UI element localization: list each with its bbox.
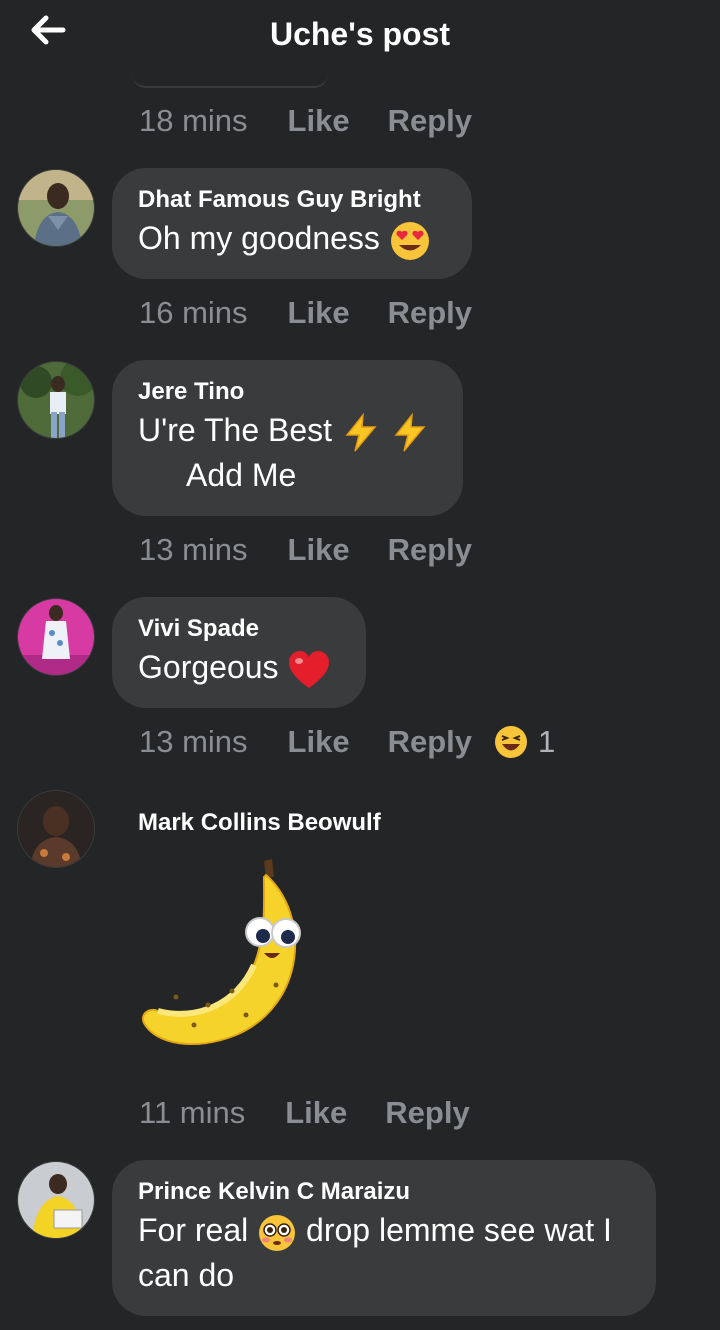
reply-button[interactable]: Reply [388,103,472,139]
top-bar: Uche's post [0,0,720,72]
banana-sticker[interactable] [136,855,316,1050]
previous-comment-bubble-edge [132,74,328,88]
comment-author[interactable]: Mark Collins Beowulf [138,809,381,837]
avatar[interactable] [17,361,95,439]
lightning-emoji-icon [394,412,426,452]
comment-text: Oh my goodness [138,216,446,262]
reaction-summary[interactable]: 1 [494,724,555,760]
avatar-photo [18,791,94,867]
avatar[interactable] [17,1161,95,1239]
comment-author[interactable]: Prince Kelvin C Maraizu [138,1178,630,1206]
avatar[interactable] [17,598,95,676]
like-button[interactable]: Like [288,103,350,139]
heart-eyes-emoji-icon [390,221,429,260]
comment-text-line: U're The Best [138,412,333,448]
reply-button[interactable]: Reply [388,532,472,568]
red-heart-emoji-icon [289,650,330,688]
comment-text: U're The Best Add Me [138,408,437,497]
comment-author[interactable]: Jere Tino [138,378,437,406]
comment-bubble: Jere Tino U're The Best Add Me [112,360,463,516]
comment-bubble: Dhat Famous Guy Bright Oh my goodness [112,168,472,279]
comment-time: 13 mins [139,532,248,567]
reply-button[interactable]: Reply [385,1095,469,1131]
avatar-photo [18,1162,94,1238]
avatar-photo [18,170,94,246]
banana-sticker-icon [142,859,301,1046]
comment-time: 18 mins [139,103,248,138]
lightning-emoji-icon [345,412,377,452]
comment-text-content: Oh my goodness [138,220,380,256]
comment-meta-row: 13 mins Like Reply 1 [139,722,555,762]
comment-time: 13 mins [139,724,248,759]
comment-text-part: drop lemme see wat I [306,1212,612,1248]
comment-meta-row: 16 mins Like Reply [139,293,472,333]
comment-text-part: For real [138,1212,249,1248]
flushed-emoji-icon [259,1214,296,1251]
comment-author[interactable]: Vivi Spade [138,615,340,643]
avatar[interactable] [17,790,95,868]
page-title: Uche's post [269,16,451,52]
laughing-emoji-icon [495,726,527,758]
comment-text-line: can do [138,1256,235,1293]
comment-bubble: Prince Kelvin C Maraizu For real drop le… [112,1160,656,1316]
comment-text: Gorgeous [138,645,340,690]
like-button[interactable]: Like [288,532,350,568]
comment-bubble: Vivi Spade Gorgeous [112,597,366,708]
comment-time: 16 mins [139,295,248,330]
like-button[interactable]: Like [285,1095,347,1131]
comment-author[interactable]: Dhat Famous Guy Bright [138,186,446,214]
like-button[interactable]: Like [288,295,350,331]
comment-text-content: Gorgeous [138,649,279,685]
reply-button[interactable]: Reply [388,295,472,331]
reply-button[interactable]: Reply [388,724,472,760]
comment-time: 11 mins [139,1095,246,1130]
comment-meta-row: 18 mins Like Reply [139,101,472,141]
comment-text: For real drop lemme see wat I can do [138,1208,630,1297]
avatar-photo [18,362,94,438]
comment-meta-row: 11 mins Like Reply [139,1093,470,1133]
comment-meta-row: 13 mins Like Reply [139,530,472,570]
reaction-count: 1 [538,724,556,759]
avatar-photo [18,599,94,675]
avatar[interactable] [17,169,95,247]
comment-text-line: Add Me [186,456,297,493]
like-button[interactable]: Like [288,724,350,760]
